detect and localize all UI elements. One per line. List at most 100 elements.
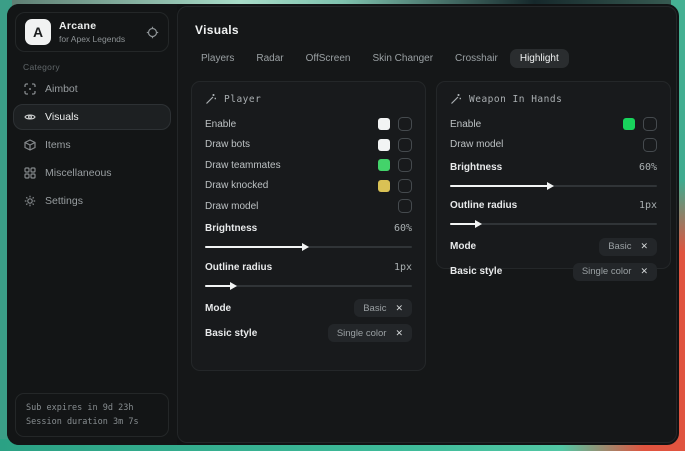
eye-icon [24,111,36,123]
setting-label: Enable [205,119,236,130]
player-panel-header: Player [205,93,412,105]
color-swatch[interactable] [623,118,635,130]
sidebar-item-miscellaneous[interactable]: Miscellaneous [13,160,171,186]
chip-label: Basic [608,241,631,252]
checkbox[interactable] [643,117,657,131]
session-duration-text: Session duration 3m 7s [26,415,158,429]
panel-title: Player [224,94,261,105]
checkbox[interactable] [398,199,412,213]
setting-row-draw-model: Draw model [205,196,412,217]
setting-row-draw-knocked: Draw knocked [205,176,412,197]
page-title: Visuals [195,23,239,37]
close-icon[interactable]: ✕ [395,329,403,338]
color-swatch[interactable] [378,180,390,192]
mode-chip[interactable]: Basic ✕ [354,299,412,317]
checkbox[interactable] [398,179,412,193]
setting-row-brightness: Brightness 60% [205,219,412,240]
brightness-slider[interactable] [450,185,657,187]
chip-label: Basic [363,303,386,314]
setting-row-draw-bots: Draw bots [205,135,412,156]
close-icon[interactable]: ✕ [395,304,403,313]
setting-row-basic-style: Basic style Single color ✕ [450,259,657,284]
grid-icon [24,167,36,179]
sidebar-item-label: Settings [45,195,83,207]
sidebar-item-items[interactable]: Items [13,132,171,158]
setting-label: Outline radius [450,200,517,211]
tab-skin-changer[interactable]: Skin Changer [362,49,443,68]
sidebar-item-label: Visuals [45,111,79,123]
setting-label: Draw model [450,139,503,150]
main-content: Visuals Players Radar OffScreen Skin Cha… [177,6,677,443]
tab-offscreen[interactable]: OffScreen [296,49,361,68]
weapon-panel-header: Weapon In Hands [450,93,657,105]
subscription-info-card: Sub expires in 9d 23h Session duration 3… [15,393,169,437]
aimbot-icon [24,83,36,95]
setting-value: 60% [639,162,657,173]
sidebar-item-settings[interactable]: Settings [13,188,171,214]
sidebar-item-label: Aimbot [45,83,78,95]
setting-row-outline-radius: Outline radius 1px [450,196,657,217]
slider-fill [205,246,304,248]
setting-label: Draw model [205,201,258,212]
app-subtitle: for Apex Legends [59,34,138,44]
slider-thumb[interactable] [302,243,309,251]
setting-label: Enable [450,119,481,130]
sidebar: A Arcane for Apex Legends Category [7,4,177,445]
app-logo: A [25,19,51,45]
setting-value: 1px [639,200,657,211]
checkbox[interactable] [398,117,412,131]
sidebar-item-visuals[interactable]: Visuals [13,104,171,130]
target-icon[interactable] [146,26,159,39]
color-swatch[interactable] [378,139,390,151]
sidebar-nav: Aimbot Visuals Items [13,76,171,216]
setting-row-brightness: Brightness 60% [450,157,657,178]
tab-highlight[interactable]: Highlight [510,49,569,68]
setting-label: Outline radius [205,262,272,273]
setting-label: Mode [205,303,231,314]
color-swatch[interactable] [378,118,390,130]
checkbox[interactable] [643,138,657,152]
app-title: Arcane [59,20,138,32]
setting-label: Draw knocked [205,180,268,191]
brightness-slider[interactable] [205,246,412,248]
chip-label: Single color [582,266,632,277]
outline-radius-slider[interactable] [205,285,412,287]
tab-players[interactable]: Players [191,49,244,68]
wand-icon [205,93,217,105]
brightness-slider-block: Brightness 60% [205,219,412,249]
basic-style-chip[interactable]: Single color ✕ [573,263,657,281]
setting-value: 1px [394,262,412,273]
slider-thumb[interactable] [230,282,237,290]
setting-row-draw-teammates: Draw teammates [205,155,412,176]
tab-crosshair[interactable]: Crosshair [445,49,508,68]
panel-title: Weapon In Hands [469,94,562,105]
color-swatch[interactable] [378,159,390,171]
slider-thumb[interactable] [475,220,482,228]
outline-radius-slider[interactable] [450,223,657,225]
checkbox[interactable] [398,138,412,152]
checkbox[interactable] [398,158,412,172]
sidebar-item-label: Miscellaneous [45,167,112,179]
brightness-slider-block: Brightness 60% [450,157,657,187]
close-icon[interactable]: ✕ [640,242,648,251]
setting-row-mode: Mode Basic ✕ [450,234,657,259]
setting-row-enable: Enable [205,114,412,135]
close-icon[interactable]: ✕ [640,267,648,276]
setting-label: Basic style [450,266,502,277]
player-panel: Player Enable Draw bots Draw teammates [191,81,426,371]
setting-value: 60% [394,223,412,234]
slider-thumb[interactable] [547,182,554,190]
app-text: Arcane for Apex Legends [59,20,138,44]
setting-row-mode: Mode Basic ✕ [205,296,412,321]
basic-style-chip[interactable]: Single color ✕ [328,324,412,342]
setting-label: Brightness [205,223,257,234]
slider-fill [205,285,232,287]
outline-radius-slider-block: Outline radius 1px [450,196,657,226]
tab-bar: Players Radar OffScreen Skin Changer Cro… [191,49,569,68]
setting-label: Brightness [450,162,502,173]
mode-chip[interactable]: Basic ✕ [599,238,657,256]
setting-label: Draw bots [205,139,250,150]
tab-radar[interactable]: Radar [246,49,293,68]
sidebar-item-aimbot[interactable]: Aimbot [13,76,171,102]
cube-icon [24,139,36,151]
